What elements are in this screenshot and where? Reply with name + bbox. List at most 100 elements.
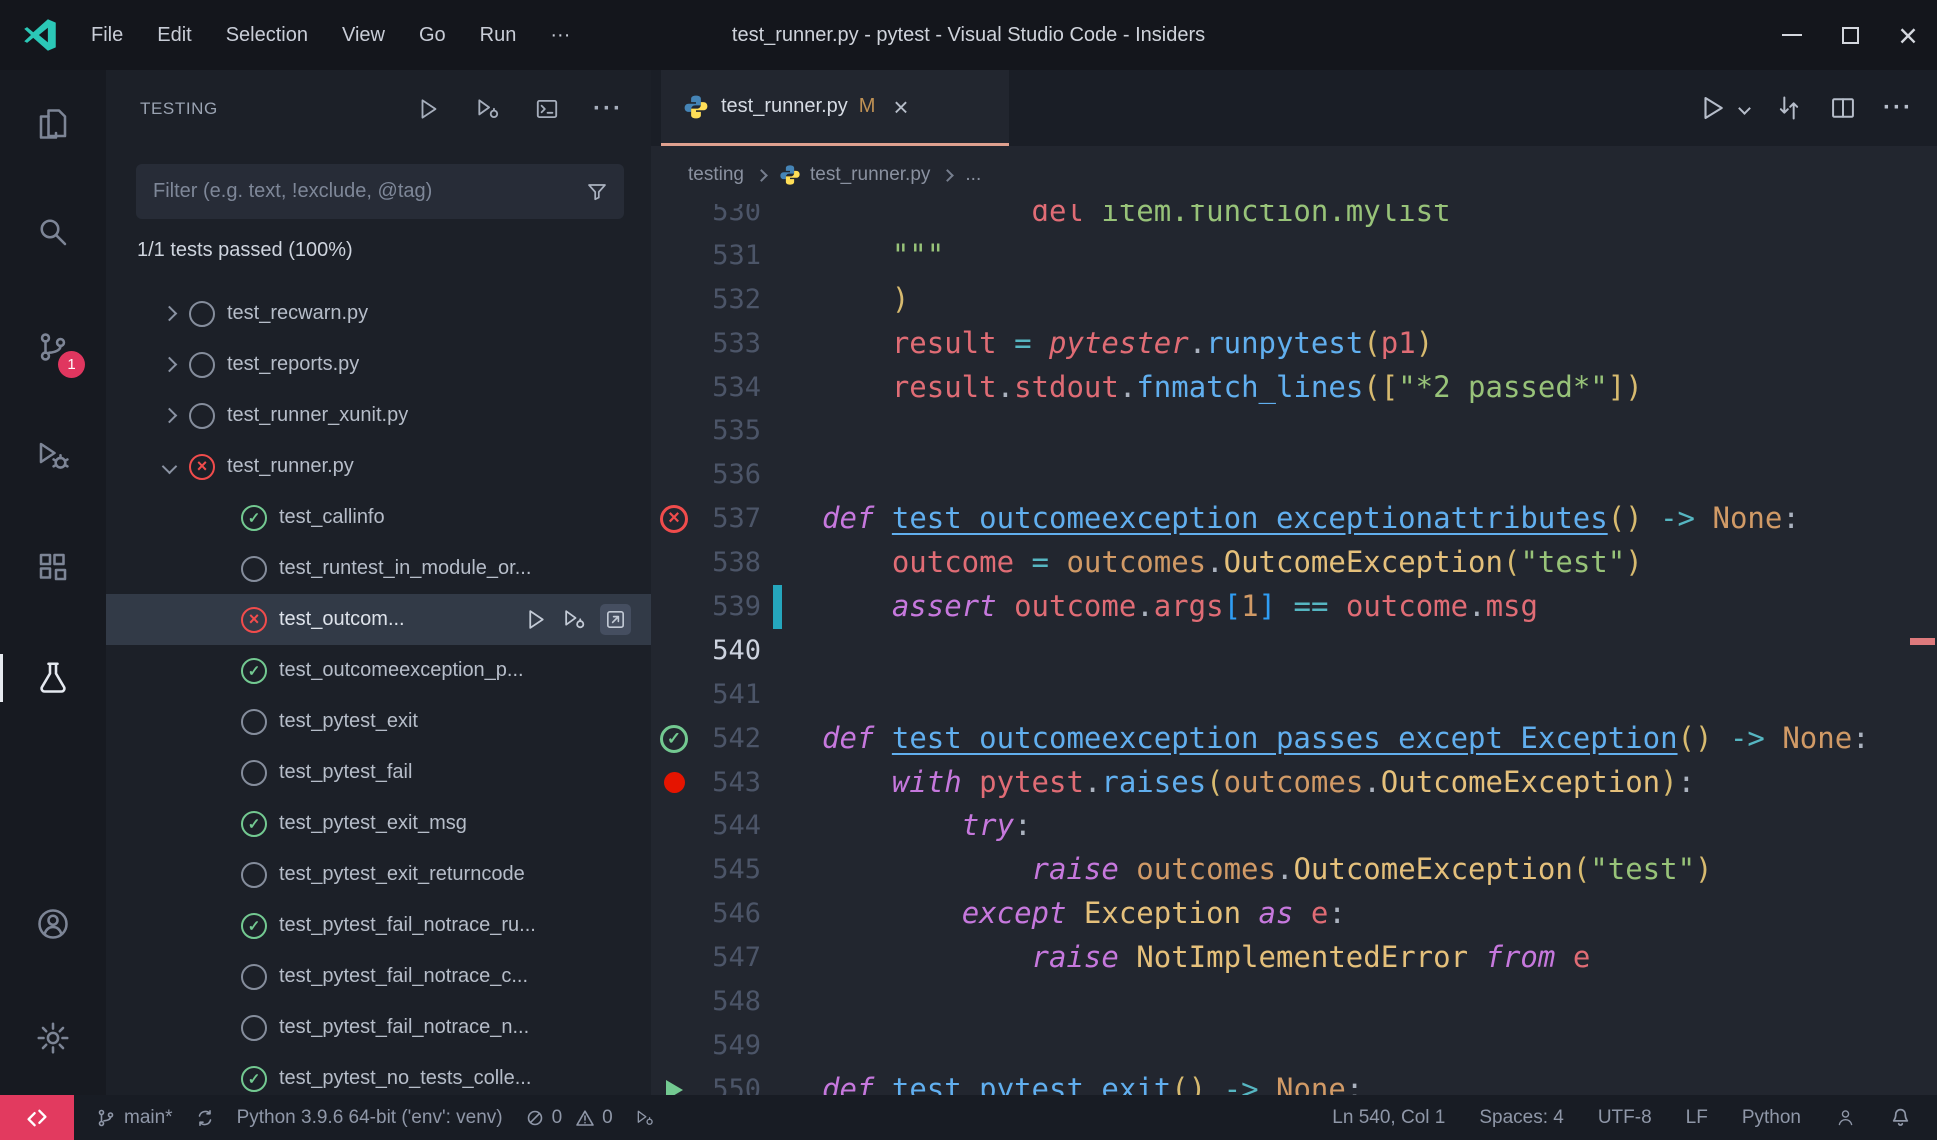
branch-status[interactable]: main* [96,1107,173,1129]
breadcrumb-folder[interactable]: testing [688,164,744,186]
menu-run[interactable]: Run [463,0,534,70]
tree-item[interactable]: test_pytest_exit_msg [106,798,651,849]
chevron-right-icon[interactable] [161,407,178,424]
code-line[interactable]: 544 try: [651,804,1937,848]
code-line[interactable]: 539 assert outcome.args[1] == outcome.ms… [651,585,1937,629]
sync-icon[interactable] [195,1108,215,1128]
code-line[interactable]: × 537 def test_outcomeexception_exceptiona… [651,497,1937,541]
tree-item[interactable]: test_outcomeexception_p... [106,645,651,696]
test-filter-input[interactable] [136,180,585,203]
run-debug-icon[interactable] [0,424,106,488]
test-summary: 1/1 tests passed (100%) [137,239,353,261]
git-gutter [773,1024,782,1068]
cursor-position[interactable]: Ln 540, Col 1 [1332,1107,1445,1129]
code-line[interactable]: 545 raise outcomes.OutcomeException("tes… [651,848,1937,892]
tree-item[interactable]: test_pytest_exit_returncode [106,849,651,900]
tree-item[interactable]: test_pytest_fail_notrace_n... [106,1002,651,1053]
tab-close-icon[interactable]: × [893,94,908,120]
tree-item[interactable]: test_pytest_no_tests_colle... [106,1053,651,1095]
encoding-status[interactable]: UTF-8 [1598,1107,1652,1129]
menu-selection[interactable]: Selection [209,0,325,70]
tree-item[interactable]: test_callinfo [106,492,651,543]
code-line[interactable]: 538 outcome = outcomes.OutcomeException(… [651,541,1937,585]
breadcrumb-file[interactable]: test_runner.py [810,164,930,186]
python-interpreter-status[interactable]: Python 3.9.6 64-bit ('env': venv) [237,1107,503,1129]
debug-all-tests-icon[interactable] [475,96,501,122]
tree-item[interactable]: test_pytest_fail_notrace_c... [106,951,651,1002]
tree-item[interactable]: test_pytest_exit [106,696,651,747]
split-editor-icon[interactable] [1829,94,1857,122]
menu-file[interactable]: File [74,0,140,70]
test-passed-gutter-icon[interactable]: ✓ [660,724,688,753]
code-line[interactable]: 547 raise NotImplementedError from e [651,936,1937,980]
run-python-file-icon[interactable] [1698,93,1728,123]
tree-item-selected[interactable]: test_outcom... [106,594,651,645]
code-line[interactable]: 533 result = pytester.runpytest(p1) [651,322,1937,366]
testing-icon[interactable] [0,646,106,710]
code-line[interactable]: 531 """ [651,234,1937,278]
feedback-icon[interactable] [1835,1107,1856,1128]
code-line[interactable]: 549 [651,1024,1937,1068]
chevron-right-icon[interactable] [161,305,178,322]
git-gutter [773,936,782,980]
debug-test-icon[interactable] [562,607,587,632]
open-changes-icon[interactable] [1775,94,1803,122]
code-line[interactable]: 535 [651,409,1937,453]
notifications-bell-icon[interactable] [1890,1107,1911,1128]
menu-view[interactable]: View [325,0,402,70]
close-button[interactable]: × [1879,0,1937,70]
tree-item[interactable]: test_runtest_in_module_or... [106,543,651,594]
minimize-button[interactable] [1763,0,1821,70]
eol-status[interactable]: LF [1686,1107,1708,1129]
code-line[interactable]: 532 ) [651,278,1937,322]
breakpoint-icon[interactable] [663,772,685,794]
code-line[interactable]: 546 except Exception as e: [651,892,1937,936]
tab-test-runner[interactable]: test_runner.py M × [661,70,1009,146]
explorer-icon[interactable] [0,92,106,156]
breadcrumb-more[interactable]: ... [965,164,981,186]
go-to-test-icon[interactable] [600,604,631,635]
tree-item[interactable]: test_runner_xunit.py [106,390,651,441]
debug-status-icon[interactable] [635,1108,655,1128]
code-line[interactable]: 540 [651,629,1937,673]
more-actions-icon[interactable]: ··· [593,97,623,121]
code-line[interactable]: 541 [651,673,1937,717]
source-control-icon[interactable]: 1 [0,315,106,379]
indentation-status[interactable]: Spaces: 4 [1479,1107,1564,1129]
run-test-icon[interactable] [524,607,549,632]
code-line[interactable]: 543 with pytest.raises(outcomes.OutcomeE… [651,761,1937,805]
tree-item-label: test_pytest_exit_msg [279,812,467,834]
code-line[interactable]: 536 [651,453,1937,497]
menu-go[interactable]: Go [402,0,463,70]
menu-more[interactable]: ··· [533,0,587,70]
tree-item[interactable]: test_recwarn.py [106,288,651,339]
search-icon[interactable] [0,200,106,264]
account-icon[interactable] [0,892,106,956]
line-number: 534 [712,371,761,403]
editor-more-actions-icon[interactable]: ··· [1883,96,1913,120]
chevron-right-icon[interactable] [161,356,178,373]
chevron-down-icon[interactable] [161,458,178,475]
code-line[interactable]: 534 result.stdout.fnmatch_lines(["*2 pas… [651,366,1937,410]
code-line[interactable]: 550 def test_pytest_exit() -> None: [651,1068,1937,1095]
show-output-icon[interactable] [534,96,560,122]
tree-item[interactable]: test_pytest_fail [106,747,651,798]
test-failed-gutter-icon[interactable]: × [660,505,688,534]
tree-item[interactable]: test_pytest_fail_notrace_ru... [106,900,651,951]
remote-indicator[interactable] [0,1095,74,1140]
filter-icon[interactable] [585,180,609,204]
code-area[interactable]: 530 del item.function.mylist 531 """ 532 )… [651,190,1937,1095]
language-mode[interactable]: Python [1742,1107,1801,1129]
run-all-tests-icon[interactable] [416,96,442,122]
run-test-gutter-icon[interactable] [665,1079,683,1095]
maximize-button[interactable] [1821,0,1879,70]
code-line[interactable]: ✓ 542 def test_outcomeexception_passes_exc… [651,717,1937,761]
extensions-icon[interactable] [0,535,106,599]
menu-edit[interactable]: Edit [140,0,208,70]
settings-gear-icon[interactable] [0,1006,106,1070]
problems-status[interactable]: 0 0 [525,1107,613,1129]
code-line[interactable]: 548 [651,980,1937,1024]
tree-item[interactable]: test_reports.py [106,339,651,390]
run-dropdown-chevron-icon[interactable] [1738,101,1751,115]
tree-item[interactable]: test_runner.py [106,441,651,492]
